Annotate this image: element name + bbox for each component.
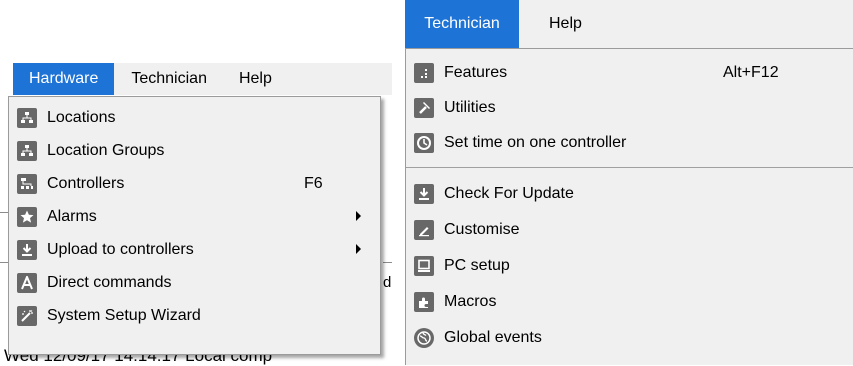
menu-help[interactable]: Help	[519, 0, 594, 48]
menu-technician[interactable]: Technician	[114, 63, 218, 95]
menu-item-utilities[interactable]: Utilities	[406, 90, 853, 125]
pencil-icon	[414, 220, 434, 240]
star-icon	[17, 206, 37, 227]
menu-item-controllers[interactable]: Controllers F6	[9, 167, 380, 200]
clock-icon	[414, 132, 434, 153]
menu-item-customise[interactable]: Customise	[406, 212, 853, 248]
menu-item-label: Macros	[444, 293, 497, 310]
monitor-icon	[414, 256, 434, 276]
background-line	[383, 262, 392, 263]
menu-item-macros[interactable]: Macros	[406, 284, 853, 320]
menu-item-label: Check For Update	[444, 185, 574, 202]
menu-item-system-setup-wizard[interactable]: System Setup Wizard	[9, 299, 380, 332]
menu-item-label: Customise	[444, 221, 520, 238]
menu-item-alarms[interactable]: Alarms	[9, 200, 380, 233]
shortcut-label: F6	[304, 174, 323, 192]
menu-item-label: Alarms	[47, 207, 97, 225]
puzzle-icon	[414, 292, 434, 312]
download-icon	[414, 184, 434, 204]
menu-item-label: Direct commands	[47, 273, 172, 291]
menu-item-label: Upload to controllers	[47, 240, 194, 258]
menubar: Technician Help	[405, 0, 853, 48]
menu-item-features[interactable]: Features Alt+F12	[406, 55, 853, 90]
menu-item-label: System Setup Wizard	[47, 306, 201, 324]
technician-menu-screenshot: Technician Help Features Alt+F12 Utiliti…	[405, 0, 853, 365]
background-text-fragment: d	[383, 274, 392, 291]
menu-item-set-time[interactable]: Set time on one controller	[406, 125, 853, 160]
menu-item-location-groups[interactable]: Location Groups	[9, 134, 380, 167]
technician-dropdown: Features Alt+F12 Utilities Set time on o…	[405, 48, 853, 365]
menu-item-label: Locations	[47, 108, 116, 126]
locations-icon	[17, 107, 37, 128]
menu-item-label: Global events	[444, 329, 542, 346]
controllers-icon	[17, 173, 37, 194]
hardware-menu-screenshot: d Wed 12/09/17 14:14:17 Local comp Hardw…	[0, 0, 392, 365]
menu-item-label: PC setup	[444, 257, 510, 274]
letter-a-icon	[17, 272, 37, 293]
menu-hardware[interactable]: Hardware	[13, 63, 115, 95]
menu-item-locations[interactable]: Locations	[9, 101, 380, 134]
wand-icon	[17, 305, 37, 326]
menu-item-label: Controllers	[47, 174, 125, 192]
submenu-arrow-icon	[356, 244, 361, 254]
globe-icon	[414, 328, 434, 348]
menu-item-pc-setup[interactable]: PC setup	[406, 248, 853, 284]
menu-item-label: Features	[444, 63, 508, 81]
shortcut-label: Alt+F12	[723, 63, 779, 81]
menu-item-label: Set time on one controller	[444, 133, 627, 151]
menu-separator	[406, 167, 853, 168]
location-groups-icon	[17, 140, 37, 161]
menubar: Hardware Technician Help	[13, 63, 392, 95]
download-icon	[17, 239, 37, 260]
menu-item-check-for-update[interactable]: Check For Update	[406, 176, 853, 212]
features-icon	[414, 62, 434, 83]
menu-technician[interactable]: Technician	[405, 0, 519, 48]
hammer-icon	[414, 97, 434, 118]
menu-help[interactable]: Help	[218, 63, 282, 95]
menu-item-upload-to-controllers[interactable]: Upload to controllers	[9, 233, 380, 266]
menu-item-direct-commands[interactable]: Direct commands	[9, 266, 380, 299]
hardware-dropdown: Locations Location Groups Controllers F6…	[8, 96, 381, 355]
menu-item-label: Location Groups	[47, 141, 165, 159]
menu-item-label: Utilities	[444, 98, 496, 116]
submenu-arrow-icon	[356, 211, 361, 221]
menu-item-global-events[interactable]: Global events	[406, 320, 853, 356]
